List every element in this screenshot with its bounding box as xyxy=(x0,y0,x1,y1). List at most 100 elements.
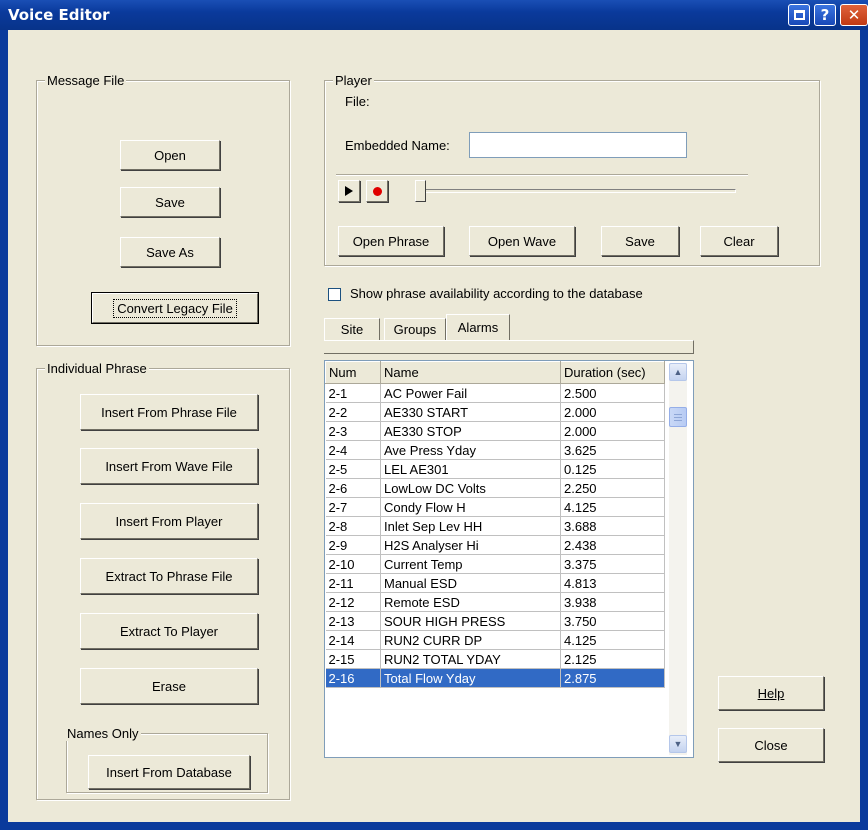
scroll-thumb[interactable] xyxy=(669,407,687,427)
cell-num: 2-14 xyxy=(325,630,381,650)
names-only-legend: Names Only xyxy=(65,726,141,741)
table-row[interactable]: 2-8 Inlet Sep Lev HH 3.688 xyxy=(325,516,665,536)
tab-alarms[interactable]: Alarms xyxy=(446,314,510,340)
help-button[interactable]: Help xyxy=(718,676,824,710)
scroll-up-button[interactable]: ▲ xyxy=(669,363,687,381)
cell-name: RUN2 TOTAL YDAY xyxy=(380,649,561,669)
cell-name: AE330 START xyxy=(380,402,561,422)
cell-name: LowLow DC Volts xyxy=(380,478,561,498)
table-row[interactable]: 2-5 LEL AE301 0.125 xyxy=(325,459,665,479)
show-availability-checkbox[interactable] xyxy=(328,288,341,301)
clear-button[interactable]: Clear xyxy=(700,226,778,256)
record-icon xyxy=(372,186,382,196)
table-row[interactable]: 2-16 Total Flow Yday 2.875 xyxy=(325,668,665,688)
erase-button[interactable]: Erase xyxy=(80,668,258,704)
cell-num: 2-12 xyxy=(325,592,381,612)
tab-site[interactable]: Site xyxy=(324,318,380,340)
extract-to-phrase-file-button[interactable]: Extract To Phrase File xyxy=(80,558,258,594)
open-wave-button[interactable]: Open Wave xyxy=(469,226,575,256)
cell-num: 2-8 xyxy=(325,516,381,536)
record-button[interactable] xyxy=(366,180,388,202)
cell-duration: 3.688 xyxy=(560,516,665,536)
phrase-list[interactable]: Num Name Duration (sec) 2-1 AC Power Fail… xyxy=(324,360,694,758)
table-row[interactable]: 2-15 RUN2 TOTAL YDAY 2.125 xyxy=(325,649,665,669)
file-label: File: xyxy=(345,94,370,109)
window-frame-right xyxy=(860,30,868,830)
cell-duration: 2.500 xyxy=(560,383,665,403)
grip-icon xyxy=(674,413,682,421)
play-icon xyxy=(345,186,353,196)
save-button[interactable]: Save xyxy=(120,187,220,217)
cell-num: 2-16 xyxy=(325,668,381,688)
table-row[interactable]: 2-14 RUN2 CURR DP 4.125 xyxy=(325,630,665,650)
tab-panel xyxy=(324,340,694,354)
save-as-button[interactable]: Save As xyxy=(120,237,220,267)
cell-num: 2-6 xyxy=(325,478,381,498)
table-row[interactable]: 2-13 SOUR HIGH PRESS 3.750 xyxy=(325,611,665,631)
show-availability-label: Show phrase availability according to th… xyxy=(350,286,643,301)
window-title: Voice Editor xyxy=(8,6,110,24)
insert-from-phrase-file-button[interactable]: Insert From Phrase File xyxy=(80,394,258,430)
scroll-down-button[interactable]: ▼ xyxy=(669,735,687,753)
table-row[interactable]: 2-6 LowLow DC Volts 2.250 xyxy=(325,478,665,498)
message-file-legend: Message File xyxy=(45,73,127,88)
column-header-name[interactable]: Name xyxy=(380,361,561,384)
table-row[interactable]: 2-11 Manual ESD 4.813 xyxy=(325,573,665,593)
cell-duration: 3.750 xyxy=(560,611,665,631)
window-frame-left xyxy=(0,30,8,830)
cell-duration: 4.125 xyxy=(560,497,665,517)
list-scrollbar[interactable]: ▲ ▼ xyxy=(669,363,687,755)
cell-duration: 2.250 xyxy=(560,478,665,498)
playback-slider-thumb[interactable] xyxy=(415,180,426,202)
cell-num: 2-5 xyxy=(325,459,381,479)
close-window-button[interactable]: ✕ xyxy=(840,4,868,26)
table-row[interactable]: 2-9 H2S Analyser Hi 2.438 xyxy=(325,535,665,555)
table-row[interactable]: 2-10 Current Temp 3.375 xyxy=(325,554,665,574)
cell-num: 2-9 xyxy=(325,535,381,555)
table-row[interactable]: 2-7 Condy Flow H 4.125 xyxy=(325,497,665,517)
insert-from-player-button[interactable]: Insert From Player xyxy=(80,503,258,539)
play-button[interactable] xyxy=(338,180,360,202)
table-row[interactable]: 2-12 Remote ESD 3.938 xyxy=(325,592,665,612)
embedded-name-input[interactable] xyxy=(469,132,687,158)
tab-groups[interactable]: Groups xyxy=(384,318,446,340)
cell-num: 2-2 xyxy=(325,402,381,422)
restore-button[interactable] xyxy=(788,4,810,26)
cell-duration: 2.875 xyxy=(560,668,665,688)
cell-name: Ave Press Yday xyxy=(380,440,561,460)
individual-phrase-legend: Individual Phrase xyxy=(45,361,149,376)
player-legend: Player xyxy=(333,73,374,88)
cell-name: LEL AE301 xyxy=(380,459,561,479)
playback-slider-track[interactable] xyxy=(418,189,736,193)
cell-name: Inlet Sep Lev HH xyxy=(380,516,561,536)
cell-num: 2-4 xyxy=(325,440,381,460)
title-bar[interactable]: Voice Editor ? ✕ xyxy=(0,0,868,30)
column-header-num[interactable]: Num xyxy=(325,361,381,384)
cell-duration: 3.625 xyxy=(560,440,665,460)
table-row[interactable]: 2-3 AE330 STOP 2.000 xyxy=(325,421,665,441)
convert-legacy-file-button[interactable]: Convert Legacy File xyxy=(91,292,259,324)
cell-name: H2S Analyser Hi xyxy=(380,535,561,555)
table-row[interactable]: 2-2 AE330 START 2.000 xyxy=(325,402,665,422)
help-title-button[interactable]: ? xyxy=(814,4,836,26)
window-frame-bottom xyxy=(0,822,868,830)
cell-num: 2-1 xyxy=(325,383,381,403)
close-button[interactable]: Close xyxy=(718,728,824,762)
table-row[interactable]: 2-4 Ave Press Yday 3.625 xyxy=(325,440,665,460)
cell-name: Manual ESD xyxy=(380,573,561,593)
cell-duration: 2.000 xyxy=(560,421,665,441)
cell-num: 2-13 xyxy=(325,611,381,631)
cell-name: Remote ESD xyxy=(380,592,561,612)
table-row[interactable]: 2-1 AC Power Fail 2.500 xyxy=(325,383,665,403)
open-button[interactable]: Open xyxy=(120,140,220,170)
column-header-duration[interactable]: Duration (sec) xyxy=(560,361,665,384)
insert-from-database-button[interactable]: Insert From Database xyxy=(88,755,250,789)
cell-duration: 0.125 xyxy=(560,459,665,479)
insert-from-wave-file-button[interactable]: Insert From Wave File xyxy=(80,448,258,484)
cell-name: Current Temp xyxy=(380,554,561,574)
player-save-button[interactable]: Save xyxy=(601,226,679,256)
cell-name: Condy Flow H xyxy=(380,497,561,517)
extract-to-player-button[interactable]: Extract To Player xyxy=(80,613,258,649)
cell-num: 2-7 xyxy=(325,497,381,517)
open-phrase-button[interactable]: Open Phrase xyxy=(338,226,444,256)
